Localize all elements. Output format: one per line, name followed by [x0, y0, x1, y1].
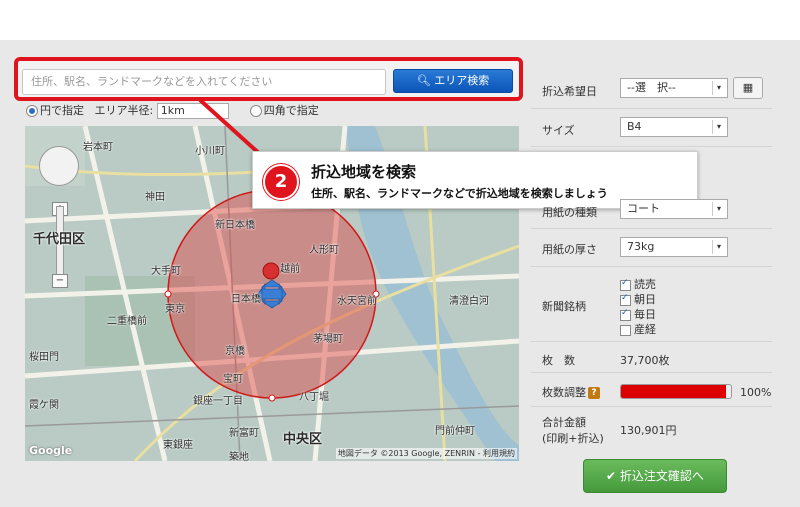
date-select-value: --選 択--: [627, 81, 676, 94]
divider: [531, 341, 772, 342]
count-label: 枚 数: [542, 354, 575, 367]
divider: [531, 266, 772, 267]
divider: [531, 228, 772, 229]
checkbox[interactable]: [620, 308, 631, 321]
chevron-down-icon: ▾: [712, 240, 725, 254]
adjust-label-text: 枚数調整: [542, 386, 586, 399]
newspaper-label: 新聞銘柄: [542, 300, 586, 313]
divider: [531, 146, 772, 147]
callout-subtitle: 住所、駅名、ランドマークなどで折込地域を検索しましょう: [311, 187, 608, 200]
chevron-down-icon: ▾: [712, 120, 725, 134]
date-select[interactable]: --選 択-- ▾: [620, 78, 728, 98]
total-value: 130,901円: [620, 424, 677, 437]
thickness-select[interactable]: 73kg ▾: [620, 237, 728, 257]
checkbox-label: 産経: [634, 323, 656, 336]
order-confirm-label: 折込注文確認へ: [619, 469, 704, 483]
checkbox[interactable]: [620, 278, 631, 291]
total-label: 合計金額: [542, 416, 586, 429]
total-label-sub: (印刷+折込): [542, 432, 604, 445]
calendar-icon: ▦: [742, 81, 754, 94]
thickness-label: 用紙の厚さ: [542, 243, 597, 256]
step-number-badge: 2: [263, 164, 299, 200]
check-icon: ✔: [606, 469, 620, 483]
adjust-slider-fill: [621, 385, 726, 398]
divider: [531, 372, 772, 373]
paper-type-select-value: コート: [627, 202, 660, 215]
size-select-value: B4: [627, 120, 642, 133]
newspaper-checkbox-asahi[interactable]: 朝日: [620, 291, 656, 307]
date-label: 折込希望日: [542, 85, 597, 98]
divider: [531, 406, 772, 407]
checkbox[interactable]: [620, 293, 631, 306]
size-select[interactable]: B4 ▾: [620, 117, 728, 137]
divider: [531, 108, 772, 109]
checkbox-label: 朝日: [634, 293, 656, 306]
order-confirm-button[interactable]: ✔ 折込注文確認へ: [583, 459, 727, 493]
chevron-down-icon: ▾: [712, 81, 725, 95]
newspaper-checkbox-mainichi[interactable]: 毎日: [620, 306, 656, 322]
checkbox-label: 読売: [634, 278, 656, 291]
callout-title: 折込地域を検索: [311, 163, 417, 181]
chevron-down-icon: ▾: [712, 202, 725, 216]
adjust-label: 枚数調整?: [542, 384, 600, 400]
paper-type-label: 用紙の種類: [542, 206, 597, 219]
paper-type-select[interactable]: コート ▾: [620, 199, 728, 219]
newspaper-checkbox-sankei[interactable]: 産経: [620, 321, 656, 337]
size-label: サイズ: [542, 124, 575, 137]
calendar-button[interactable]: ▦: [733, 77, 763, 99]
count-value: 37,700枚: [620, 354, 670, 367]
help-icon[interactable]: ?: [588, 387, 600, 399]
checkbox-label: 毎日: [634, 308, 656, 321]
checkbox[interactable]: [620, 324, 631, 336]
thickness-select-value: 73kg: [627, 240, 655, 253]
newspaper-checkbox-yomiuri[interactable]: 読売: [620, 276, 656, 292]
adjust-slider[interactable]: [620, 384, 732, 399]
adjust-percent: 100%: [740, 386, 772, 399]
